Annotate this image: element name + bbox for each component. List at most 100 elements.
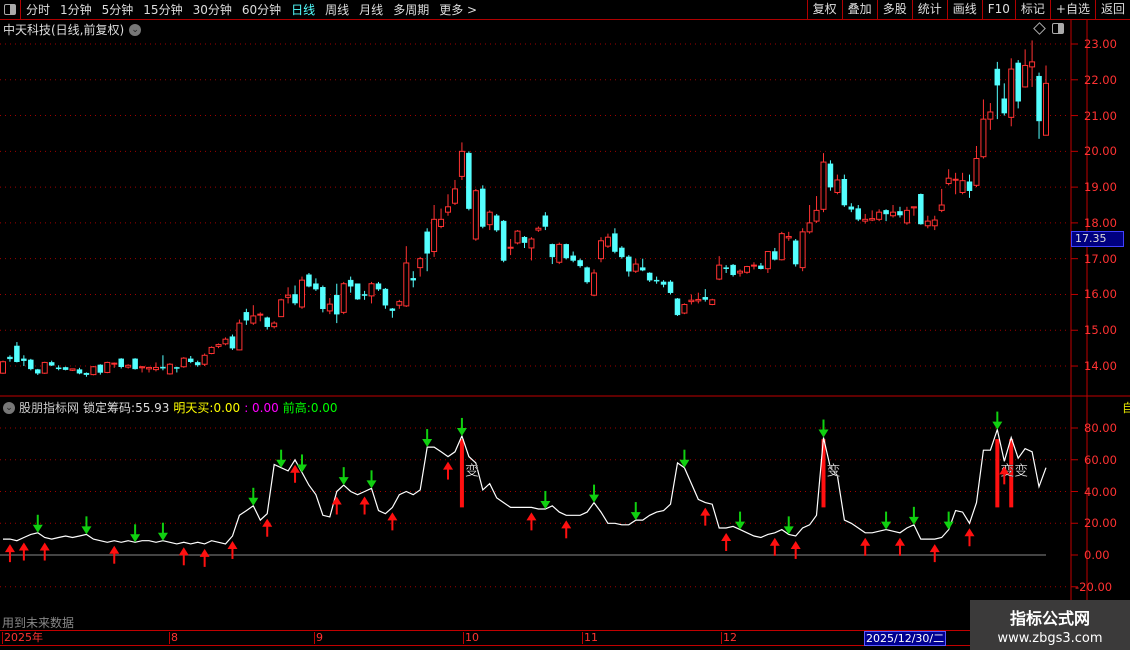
candle-body <box>285 294 292 298</box>
candle-body <box>340 283 347 313</box>
candle-body <box>903 209 910 224</box>
candle-body <box>514 230 521 244</box>
candle-body <box>90 366 97 376</box>
candle-body <box>83 372 90 375</box>
candle-body <box>347 279 354 287</box>
indicator-header: ⌄ 股朋指标网 锁定筹码: 55.93 明天买: 0.00 : 0.00 前高:… <box>3 399 338 416</box>
candle-body <box>451 188 458 204</box>
price-axis-label: 15.00 <box>1084 323 1117 338</box>
candle-body <box>681 303 688 314</box>
candle-body <box>486 211 493 226</box>
candle-body <box>827 163 834 188</box>
high-label: 前高: <box>282 401 311 415</box>
candle-body <box>716 264 723 280</box>
candle-body <box>187 358 194 362</box>
candle-body <box>403 262 410 307</box>
candle-body <box>841 178 848 206</box>
candle-body <box>7 356 13 360</box>
candle-body <box>764 251 771 270</box>
candle-body <box>271 322 278 328</box>
candle-body <box>1015 62 1021 102</box>
candle-body <box>862 218 869 222</box>
candle-body <box>1008 68 1015 118</box>
candle-body <box>521 236 528 243</box>
candle-body <box>619 247 625 258</box>
candle-body <box>924 220 931 227</box>
candle-body <box>243 312 250 321</box>
candle-body <box>298 279 305 308</box>
candle-body <box>493 215 500 231</box>
candle-body <box>174 367 180 369</box>
candle-body <box>966 181 973 191</box>
sell-arrow-icon <box>248 497 259 506</box>
date-label: 12 <box>721 631 737 644</box>
high-value: 0.00 <box>310 400 338 415</box>
sell-arrow-icon <box>589 494 600 503</box>
date-label: 11 <box>582 631 598 644</box>
candle-body <box>334 294 340 315</box>
candle-body <box>876 211 883 220</box>
sell-arrow-icon <box>366 480 377 489</box>
candle-body <box>778 233 785 261</box>
candle-body <box>466 152 472 209</box>
candle-body <box>883 210 889 215</box>
candle-body <box>952 178 959 181</box>
candle-body <box>626 256 632 272</box>
candle-body <box>570 255 576 261</box>
candle-body <box>730 264 736 276</box>
chart-canvas[interactable]: 变变变变 <box>0 0 1130 650</box>
candle-body <box>528 238 535 249</box>
candle-body <box>792 240 799 265</box>
date-label: 10 <box>463 631 479 644</box>
candle-body <box>257 313 264 316</box>
change-bar <box>995 439 1000 508</box>
candle-body <box>910 206 917 209</box>
candle-body <box>152 366 159 371</box>
candle-body <box>549 244 556 258</box>
candle-body <box>48 362 55 366</box>
candle-body <box>410 278 416 281</box>
candle-body <box>166 363 173 375</box>
candle-body <box>1029 61 1036 68</box>
candle-body <box>723 267 729 269</box>
price-axis-label: 19.00 <box>1084 180 1117 195</box>
price-axis-label: 22.00 <box>1084 72 1117 87</box>
sell-arrow-icon <box>818 429 829 438</box>
candle-body <box>980 118 987 158</box>
candle-body <box>180 357 187 368</box>
price-axis-label: 21.00 <box>1084 108 1117 123</box>
candle-body <box>368 283 375 297</box>
indicator-axis-label: -20.00 <box>1075 579 1113 594</box>
magenta-value: : 0.00 <box>244 400 279 415</box>
candle-body <box>597 240 604 260</box>
candle-body <box>229 336 236 349</box>
lock-label: 锁定筹码: <box>83 401 136 415</box>
chevron-down-icon[interactable]: ⌄ <box>3 401 15 414</box>
candle-body <box>820 161 827 210</box>
sell-arrow-icon <box>81 526 92 535</box>
price-axis-label: 17.00 <box>1084 251 1117 266</box>
indicator-name[interactable]: 股朋指标网 <box>19 399 79 416</box>
indicator-axis-label: 80.00 <box>1084 421 1117 435</box>
sell-arrow-icon <box>32 524 43 533</box>
price-axis-label: 18.00 <box>1084 215 1117 230</box>
sidebar-auto-label[interactable]: 自 <box>1122 399 1130 416</box>
candle-body <box>215 344 222 347</box>
candle-body <box>389 308 396 311</box>
candle-body <box>326 303 333 312</box>
indicator-axis-label: 20.00 <box>1084 516 1117 531</box>
candle-body <box>799 231 806 269</box>
candle-body <box>445 206 452 213</box>
candle-body <box>709 299 716 305</box>
sell-arrow-icon <box>630 512 641 521</box>
candle-body <box>0 361 6 374</box>
sell-arrow-icon <box>422 439 433 448</box>
candle-body <box>785 235 792 239</box>
candle-body <box>591 272 598 296</box>
candle-body <box>604 236 611 247</box>
candle-body <box>1001 98 1008 114</box>
date-label: 2025年 <box>2 631 43 644</box>
price-axis-label: 20.00 <box>1084 144 1117 159</box>
sell-arrow-icon <box>338 477 349 486</box>
candle-body <box>973 157 980 186</box>
